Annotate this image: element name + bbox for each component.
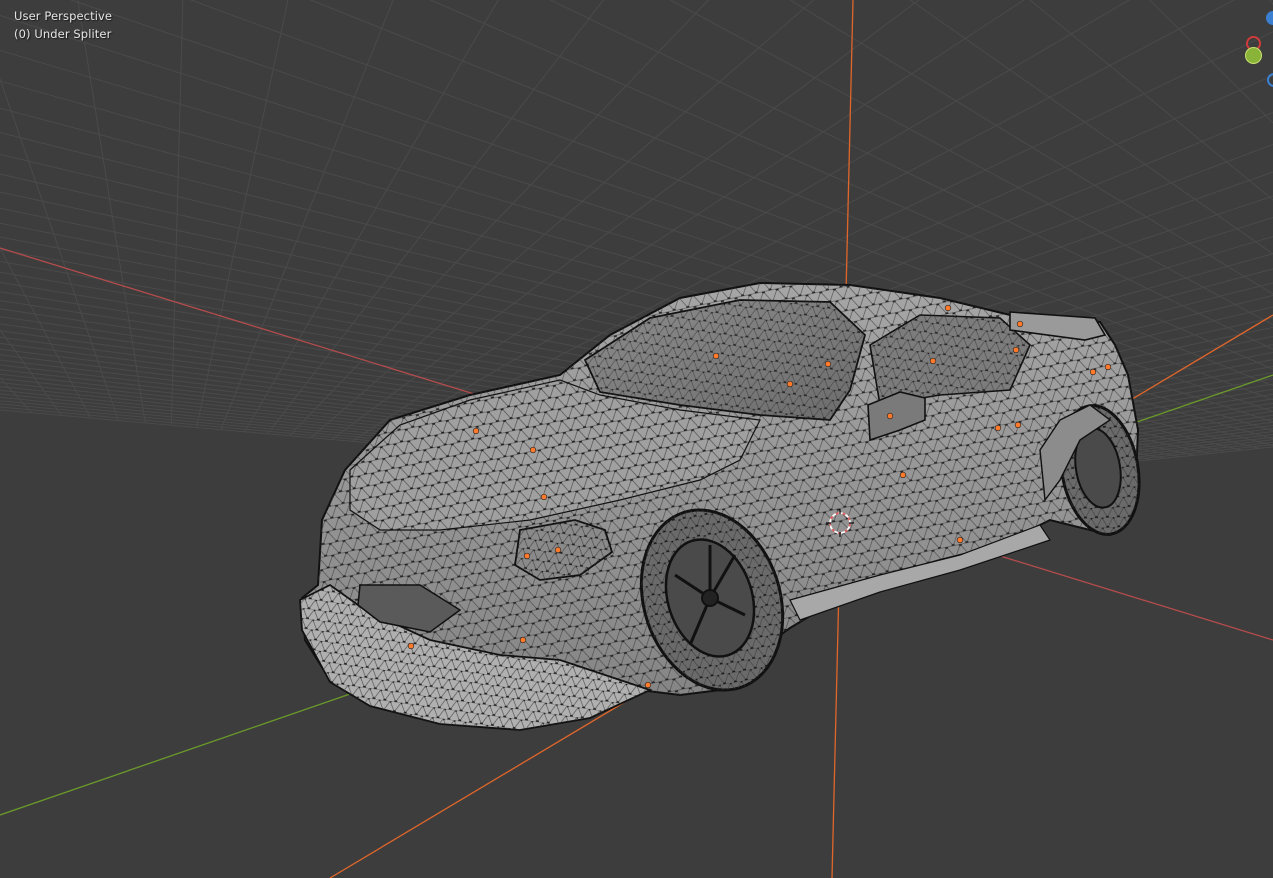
grid-line <box>0 77 119 421</box>
3d-viewport[interactable]: User Perspective (0) Under Spliter <box>0 0 1273 878</box>
selected-vertex[interactable] <box>540 493 548 501</box>
selected-vertex[interactable] <box>944 304 952 312</box>
viewport-scene[interactable] <box>0 0 1273 878</box>
selected-vertex[interactable] <box>712 352 720 360</box>
selected-vertex[interactable] <box>1016 320 1024 328</box>
selected-vertex[interactable] <box>554 546 562 554</box>
selected-vertex[interactable] <box>1012 346 1020 354</box>
selected-vertex[interactable] <box>886 412 894 420</box>
selected-vertex[interactable] <box>644 681 652 689</box>
selected-vertex[interactable] <box>472 427 480 435</box>
view-mode-label: User Perspective <box>14 9 113 23</box>
active-object-label: (0) Under Spliter <box>14 27 112 41</box>
selected-vertex[interactable] <box>824 360 832 368</box>
selected-vertex[interactable] <box>786 380 794 388</box>
selected-vertex[interactable] <box>929 357 937 365</box>
car-mesh[interactable] <box>299 281 1149 731</box>
gizmo-z-axis-icon[interactable] <box>1266 11 1273 25</box>
grid-line <box>0 408 2 411</box>
selected-vertex[interactable] <box>1104 363 1112 371</box>
selected-vertex[interactable] <box>529 446 537 454</box>
selected-vertex[interactable] <box>1089 368 1097 376</box>
selected-vertex[interactable] <box>956 536 964 544</box>
selected-vertex[interactable] <box>519 636 527 644</box>
selected-vertex[interactable] <box>523 552 531 560</box>
gizmo-y-axis-icon[interactable] <box>1245 47 1262 64</box>
selected-vertex[interactable] <box>994 424 1002 432</box>
selected-vertex[interactable] <box>407 642 415 650</box>
selected-vertex[interactable] <box>899 471 907 479</box>
selected-vertex[interactable] <box>1014 421 1022 429</box>
